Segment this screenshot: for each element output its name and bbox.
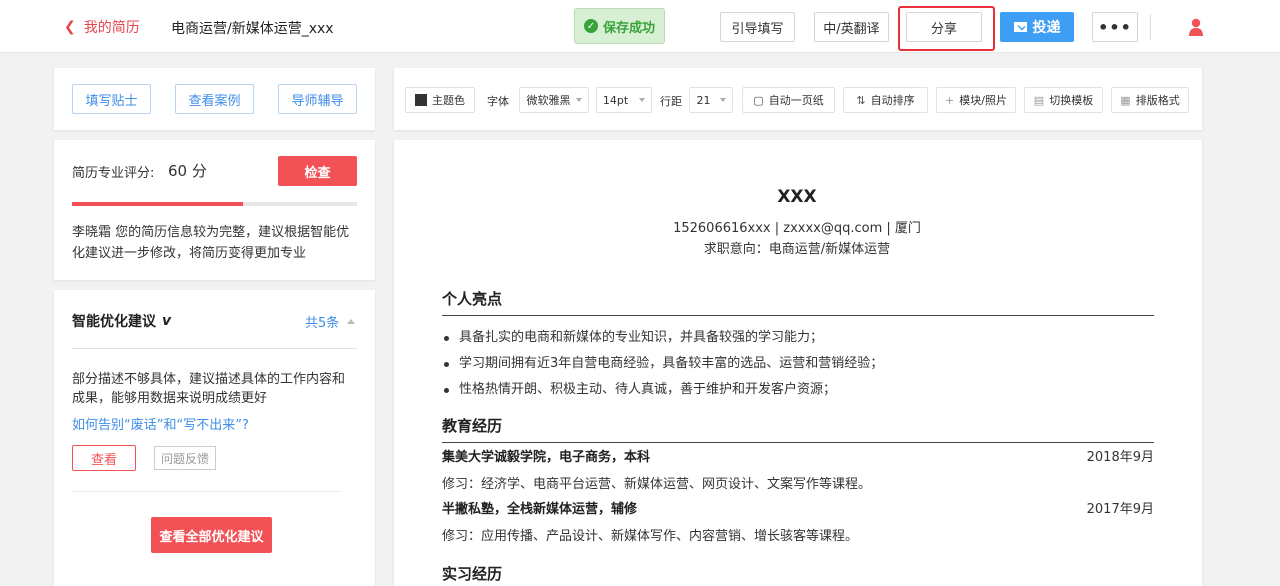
education-date: 2017年9月 <box>1086 502 1154 517</box>
education-entry-header[interactable]: 集美大学诚毅学院，电子商务，本科 2018年9月 <box>442 446 1154 465</box>
layout-format-button[interactable]: ▦ 排版格式 <box>1111 87 1189 113</box>
translate-button[interactable]: 中/英翻译 <box>814 12 889 42</box>
auto-one-page-label: 自动一页纸 <box>768 94 824 107</box>
resume-paper: XXX 152606616xxx | zxxxx@qq.com | 厦门 求职意… <box>394 140 1202 586</box>
divider <box>72 348 357 349</box>
tips-card: 填写贴士 查看案例 导师辅导 <box>54 68 375 130</box>
save-status-badge: ✓ 保存成功 <box>574 8 665 44</box>
view-all-suggestions-button[interactable]: 查看全部优化建议 <box>151 517 272 553</box>
check-circle-icon: ✓ <box>583 19 598 33</box>
page-icon: ▢ <box>753 93 764 107</box>
auto-one-page-button[interactable]: ▢ 自动一页纸 <box>742 87 835 113</box>
back-label: 我的简历 <box>83 20 140 36</box>
divider <box>1150 14 1151 40</box>
view-cases-button[interactable]: 查看案例 <box>175 84 254 114</box>
education-description[interactable]: 修习：经济学、电商平台运营、新媒体运营、网页设计、文案写作等课程。 <box>442 473 1154 492</box>
education-entry-header[interactable]: 半撇私塾，全栈新媒体运营，辅修 2017年9月 <box>442 498 1154 517</box>
collapse-icon <box>347 319 356 324</box>
font-size-select[interactable]: 14pt <box>596 87 652 113</box>
envelope-icon <box>1013 22 1027 32</box>
auto-sort-label: 自动排序 <box>870 94 915 107</box>
score-progress-bar <box>72 202 357 206</box>
line-spacing-select[interactable]: 21 <box>689 87 733 113</box>
section-heading-education[interactable]: 教育经历 <box>442 415 1154 443</box>
font-size-value: 14pt <box>602 93 629 107</box>
list-item[interactable]: 学习期间拥有近3年自营电商经验，具备较丰富的选品、运营和营销经验； <box>442 351 1154 377</box>
suggestions-title-text: 智能优化建议 <box>72 314 156 330</box>
plus-icon: + <box>945 93 955 107</box>
editor-toolbar: 主题色 字体 微软雅黑 14pt 行距 21 ▢ 自动一页纸 ⇅ 自动排序 + … <box>394 68 1202 130</box>
top-bar: ❮ 我的简历 电商运营/新媒体运营_xxx ✓ 保存成功 引导填写 中/英翻译 … <box>0 0 1280 53</box>
font-value: 微软雅黑 <box>526 94 571 107</box>
auto-sort-button[interactable]: ⇅ 自动排序 <box>843 87 928 113</box>
education-school: 半撇私塾，全栈新媒体运营，辅修 <box>442 502 638 517</box>
grid-icon: ▦ <box>1120 93 1131 107</box>
theme-color-button[interactable]: 主题色 <box>405 87 475 113</box>
font-select[interactable]: 微软雅黑 <box>519 87 589 113</box>
view-suggestion-button[interactable]: 查看 <box>72 445 136 471</box>
section-heading-internship[interactable]: 实习经历 <box>442 563 1154 586</box>
check-button[interactable]: 检查 <box>278 156 357 186</box>
line-spacing-value: 21 <box>696 93 711 107</box>
resume-contact[interactable]: 152606616xxx | zxxxx@qq.com | 厦门 <box>394 217 1200 236</box>
theme-color-label: 主题色 <box>432 94 465 107</box>
suggestions-count[interactable]: 共5条 <box>305 312 356 331</box>
sort-icon: ⇅ <box>856 93 866 107</box>
chevron-down-icon <box>639 98 646 102</box>
more-button[interactable]: ••• <box>1092 12 1138 42</box>
suggestion-text: 部分描述不够具体，建议描述具体的工作内容和成果，能够用数据来说明成绩更好 <box>72 372 346 406</box>
score-value: 60 分 <box>168 162 207 180</box>
score-card: 简历专业评分: 60 分 检查 李晓霜 您的简历信息较为完整，建议根据智能优化建… <box>54 140 375 280</box>
chevron-down-icon <box>575 98 582 102</box>
switch-template-label: 切换模板 <box>1049 94 1094 107</box>
template-icon: ▤ <box>1033 93 1045 107</box>
line-spacing-label: 行距 <box>660 95 682 108</box>
resume-name[interactable]: XXX <box>394 187 1200 207</box>
switch-template-button[interactable]: ▤ 切换模板 <box>1024 87 1103 113</box>
divider <box>72 491 340 492</box>
vip-badge: v <box>162 313 172 329</box>
highlights-list: 具备扎实的电商和新媒体的专业知识，并具备较强的学习能力； 学习期间拥有近3年自营… <box>442 325 1154 403</box>
mentor-button[interactable]: 导师辅导 <box>278 84 357 114</box>
education-school: 集美大学诚毅学院，电子商务，本科 <box>442 450 651 465</box>
score-progress-fill <box>72 202 243 206</box>
suggestions-count-text: 共5条 <box>305 316 340 331</box>
font-label: 字体 <box>487 95 509 108</box>
chevron-down-icon <box>719 98 726 102</box>
save-status-label: 保存成功 <box>602 20 655 36</box>
suggestions-card: 智能优化建议 v 共5条 部分描述不够具体，建议描述具体的工作内容和成果，能够用… <box>54 290 375 586</box>
suggestion-help-link[interactable]: 如何告别“废话”和“写不出来”? <box>72 414 249 433</box>
share-highlight-frame <box>898 6 995 51</box>
feedback-button[interactable]: 问题反馈 <box>154 446 216 470</box>
score-message: 李晓霜 您的简历信息较为完整，建议根据智能优化建议进一步修改，将简历变得更加专业 <box>72 225 350 261</box>
document-title: 电商运营/新媒体运营_xxx <box>171 21 334 37</box>
modules-label: 模块/照片 <box>959 94 1007 107</box>
user-icon[interactable] <box>1189 18 1203 36</box>
education-description[interactable]: 修习：应用传播、产品设计、新媒体写作、内容营销、增长骇客等课程。 <box>442 525 1154 544</box>
list-item[interactable]: 性格热情开朗、积极主动、待人真诚，善于维护和开发客户资源； <box>442 377 1154 403</box>
deliver-label: 投递 <box>1032 20 1061 36</box>
guide-fill-button[interactable]: 引导填写 <box>720 12 795 42</box>
deliver-button[interactable]: 投递 <box>1000 12 1074 42</box>
resume-job-intent[interactable]: 求职意向：电商运营/新媒体运营 <box>394 238 1200 257</box>
education-date: 2018年9月 <box>1086 450 1154 465</box>
modules-button[interactable]: + 模块/照片 <box>936 87 1016 113</box>
suggestions-title: 智能优化建议 v <box>72 311 171 331</box>
layout-format-label: 排版格式 <box>1135 94 1180 107</box>
fill-tips-button[interactable]: 填写贴士 <box>72 84 151 114</box>
color-swatch-icon <box>415 94 427 106</box>
section-heading-highlights[interactable]: 个人亮点 <box>442 288 1154 316</box>
score-label: 简历专业评分: <box>72 166 155 181</box>
back-link[interactable]: ❮ 我的简历 <box>64 17 140 37</box>
chevron-left-icon: ❮ <box>64 19 76 35</box>
list-item[interactable]: 具备扎实的电商和新媒体的专业知识，并具备较强的学习能力； <box>442 325 1154 351</box>
